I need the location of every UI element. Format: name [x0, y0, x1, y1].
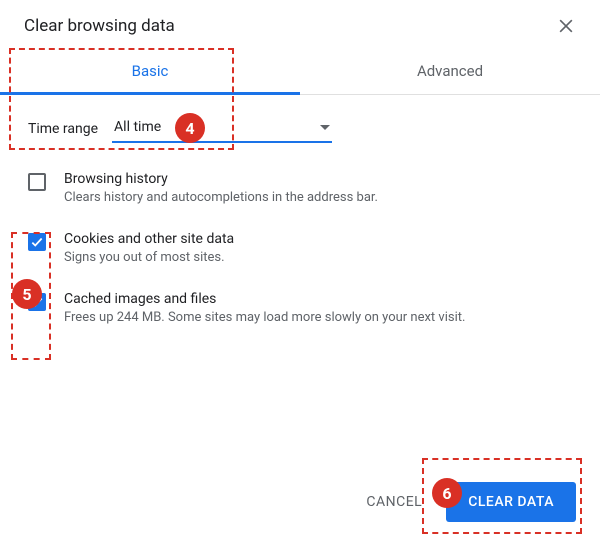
time-range-dropdown[interactable]: All time [112, 115, 332, 143]
tab-bar: Basic Advanced [0, 48, 600, 95]
option-desc: Signs you out of most sites. [64, 250, 234, 265]
option-title: Cached images and files [64, 291, 465, 307]
tab-advanced[interactable]: Advanced [300, 48, 600, 94]
clear-data-button[interactable]: CLEAR DATA [446, 482, 576, 522]
tab-basic[interactable]: Basic [0, 48, 300, 94]
time-range-label: Time range [28, 121, 98, 137]
clear-browsing-data-dialog: Clear browsing data Basic Advanced Time … [0, 0, 600, 325]
option-title: Cookies and other site data [64, 231, 234, 247]
option-desc: Frees up 244 MB. Some sites may load mor… [64, 310, 465, 325]
checkbox-cache[interactable] [28, 293, 46, 311]
dialog-title: Clear browsing data [24, 16, 175, 36]
option-row-cache: Cached images and files Frees up 244 MB.… [28, 291, 572, 325]
option-row-history: Browsing history Clears history and auto… [28, 171, 572, 205]
cancel-button[interactable]: CANCEL [350, 484, 438, 520]
time-range-row: Time range All time [28, 115, 572, 143]
close-icon[interactable] [556, 16, 576, 36]
option-desc: Clears history and autocompletions in th… [64, 190, 378, 205]
checkbox-history[interactable] [28, 173, 46, 191]
option-title: Browsing history [64, 171, 378, 187]
time-range-value: All time [114, 119, 161, 135]
option-row-cookies: Cookies and other site data Signs you ou… [28, 231, 572, 265]
chevron-down-icon [320, 125, 330, 130]
checkbox-cookies[interactable] [28, 233, 46, 251]
dialog-footer: CANCEL CLEAR DATA [350, 482, 576, 522]
